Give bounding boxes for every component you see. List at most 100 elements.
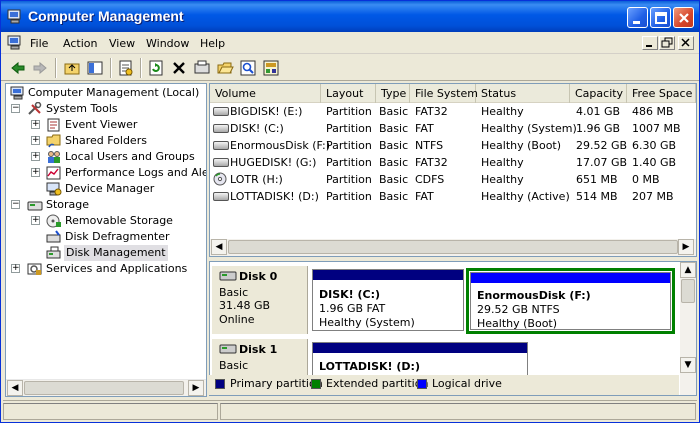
column-status[interactable]: Status — [476, 84, 570, 103]
expand-removable-storage[interactable]: + — [31, 216, 40, 225]
tree-label-storage: Storage — [46, 198, 90, 211]
computer-management-icon — [10, 86, 24, 100]
forward-arrow-icon[interactable] — [31, 59, 49, 77]
properties-icon[interactable] — [117, 59, 135, 77]
scroll-left-button[interactable]: ◀ — [211, 239, 227, 255]
status-cell-2 — [220, 403, 696, 420]
disk-view-vertical-scrollbar[interactable]: ▲ ▼ — [680, 262, 696, 395]
legend-primary: Primary partition — [230, 377, 323, 390]
logical-drive-swatch — [417, 379, 427, 389]
disk-0-name: Disk 0 — [239, 270, 278, 283]
expand-performance-logs[interactable]: + — [31, 168, 40, 177]
menu-view[interactable]: View — [109, 37, 135, 50]
cell-layout: Partition — [326, 173, 372, 186]
legend-extended: Extended partition — [326, 377, 429, 390]
menu-help[interactable]: Help — [200, 37, 225, 50]
close-button[interactable] — [673, 7, 694, 28]
cell-type: Basic — [379, 139, 409, 152]
cell-free-space: 1.40 GB — [632, 156, 677, 169]
column-layout[interactable]: Layout — [321, 84, 376, 103]
disk-0-info[interactable]: Disk 0 Basic 31.48 GB Online — [212, 266, 308, 334]
disk-properties-icon[interactable] — [193, 59, 211, 77]
disk-0-size: 31.48 GB — [219, 299, 271, 312]
table-row[interactable]: LOTTADISK! (D:) Partition Basic FAT Heal… — [210, 188, 696, 205]
menu-action[interactable]: Action — [63, 37, 97, 50]
cell-status: Healthy — [481, 156, 524, 169]
expand-local-users[interactable]: + — [31, 152, 40, 161]
partition-c-name: DISK! (C:) — [319, 288, 381, 301]
event-viewer-icon — [47, 118, 60, 132]
scroll-left-button[interactable]: ◀ — [7, 380, 23, 396]
table-row[interactable]: HUGEDISK! (G:) Partition Basic FAT32 Hea… — [210, 154, 696, 171]
partition-c[interactable]: DISK! (C:) 1.96 GB FAT Healthy (System) — [312, 269, 464, 331]
menu-file[interactable]: File — [30, 37, 48, 50]
expand-storage[interactable]: − — [11, 200, 20, 209]
users-icon — [48, 151, 60, 163]
delete-icon[interactable] — [170, 59, 188, 77]
maximize-icon — [655, 12, 667, 24]
scroll-thumb[interactable] — [681, 279, 695, 303]
partition-f[interactable]: EnormousDisk (F:) 29.52 GB NTFS Healthy … — [470, 272, 671, 330]
list-header: Volume Layout Type File System Status Ca… — [210, 84, 696, 103]
expand-shared-folders[interactable]: + — [31, 136, 40, 145]
performance-icon — [46, 166, 61, 180]
tree-label-services: Services and Applications — [46, 262, 188, 275]
tree-label-disk-defragmenter: Disk Defragmenter — [65, 230, 170, 243]
search-icon[interactable] — [239, 59, 257, 77]
table-row[interactable]: DISK! (C:) Partition Basic FAT Healthy (… — [210, 120, 696, 137]
column-volume[interactable]: Volume — [210, 84, 321, 103]
tree-horizontal-scrollbar[interactable]: ◀ ▶ — [6, 379, 206, 396]
mdi-close-button[interactable] — [678, 36, 694, 50]
tree-label-system-tools: System Tools — [46, 102, 118, 115]
cell-capacity: 651 MB — [576, 173, 618, 186]
scroll-up-button[interactable]: ▲ — [680, 262, 696, 278]
console-icon[interactable] — [262, 59, 280, 77]
cell-layout: Partition — [326, 156, 372, 169]
disk-1-info[interactable]: Disk 1 Basic — [212, 339, 308, 379]
partition-f-status: Healthy (Boot) — [477, 317, 558, 330]
expand-event-viewer[interactable]: + — [31, 120, 40, 129]
minimize-button[interactable] — [627, 7, 648, 28]
status-bar — [3, 400, 697, 421]
back-arrow-icon[interactable] — [9, 59, 27, 77]
scroll-right-button[interactable]: ▶ — [188, 380, 204, 396]
cell-layout: Partition — [326, 105, 372, 118]
partition-d-name: LOTTADISK! (D:) — [319, 360, 420, 373]
show-hide-tree-icon[interactable] — [86, 59, 104, 77]
scroll-thumb[interactable] — [228, 240, 678, 254]
column-free-space[interactable]: Free Space — [627, 84, 696, 103]
partition-f-selection[interactable]: EnormousDisk (F:) 29.52 GB NTFS Healthy … — [466, 268, 675, 334]
up-folder-icon[interactable] — [63, 59, 81, 77]
mdi-document-icon[interactable] — [7, 35, 23, 50]
cell-capacity: 17.07 GB — [576, 156, 628, 169]
cell-free-space: 0 MB — [632, 173, 660, 186]
mdi-minimize-button[interactable] — [642, 36, 658, 50]
partition-f-name: EnormousDisk (F:) — [477, 289, 591, 302]
column-capacity[interactable]: Capacity — [570, 84, 627, 103]
menu-window[interactable]: Window — [146, 37, 189, 50]
list-horizontal-scrollbar[interactable]: ◀ ▶ — [210, 239, 696, 256]
cell-layout: Partition — [326, 190, 372, 203]
scroll-down-button[interactable]: ▼ — [680, 357, 696, 373]
expand-system-tools[interactable]: − — [11, 104, 20, 113]
scroll-right-button[interactable]: ▶ — [678, 239, 694, 255]
title-bar[interactable]: Computer Management — [1, 1, 699, 32]
mdi-restore-button[interactable] — [659, 36, 675, 50]
drive-icon — [213, 107, 229, 116]
partition-legend: Primary partition Extended partition Log… — [209, 375, 679, 395]
scroll-thumb[interactable] — [24, 381, 184, 395]
cell-capacity: 1.96 GB — [576, 122, 621, 135]
maximize-button[interactable] — [650, 7, 671, 28]
cell-volume: EnormousDisk (F:) — [230, 139, 331, 152]
column-type[interactable]: Type — [376, 84, 410, 103]
refresh-icon[interactable] — [147, 59, 165, 77]
table-row[interactable]: LOTR (H:) Partition Basic CDFS Healthy 6… — [210, 171, 696, 188]
table-row[interactable]: BIGDISK! (E:) Partition Basic FAT32 Heal… — [210, 103, 696, 120]
cell-capacity: 514 MB — [576, 190, 618, 203]
partition-c-detail: 1.96 GB FAT — [319, 302, 386, 315]
column-file-system[interactable]: File System — [410, 84, 478, 103]
expand-services[interactable]: + — [11, 264, 20, 273]
cell-file-system: FAT32 — [415, 156, 448, 169]
table-row[interactable]: EnormousDisk (F:) Partition Basic NTFS H… — [210, 137, 696, 154]
open-folder-icon[interactable] — [216, 59, 234, 77]
